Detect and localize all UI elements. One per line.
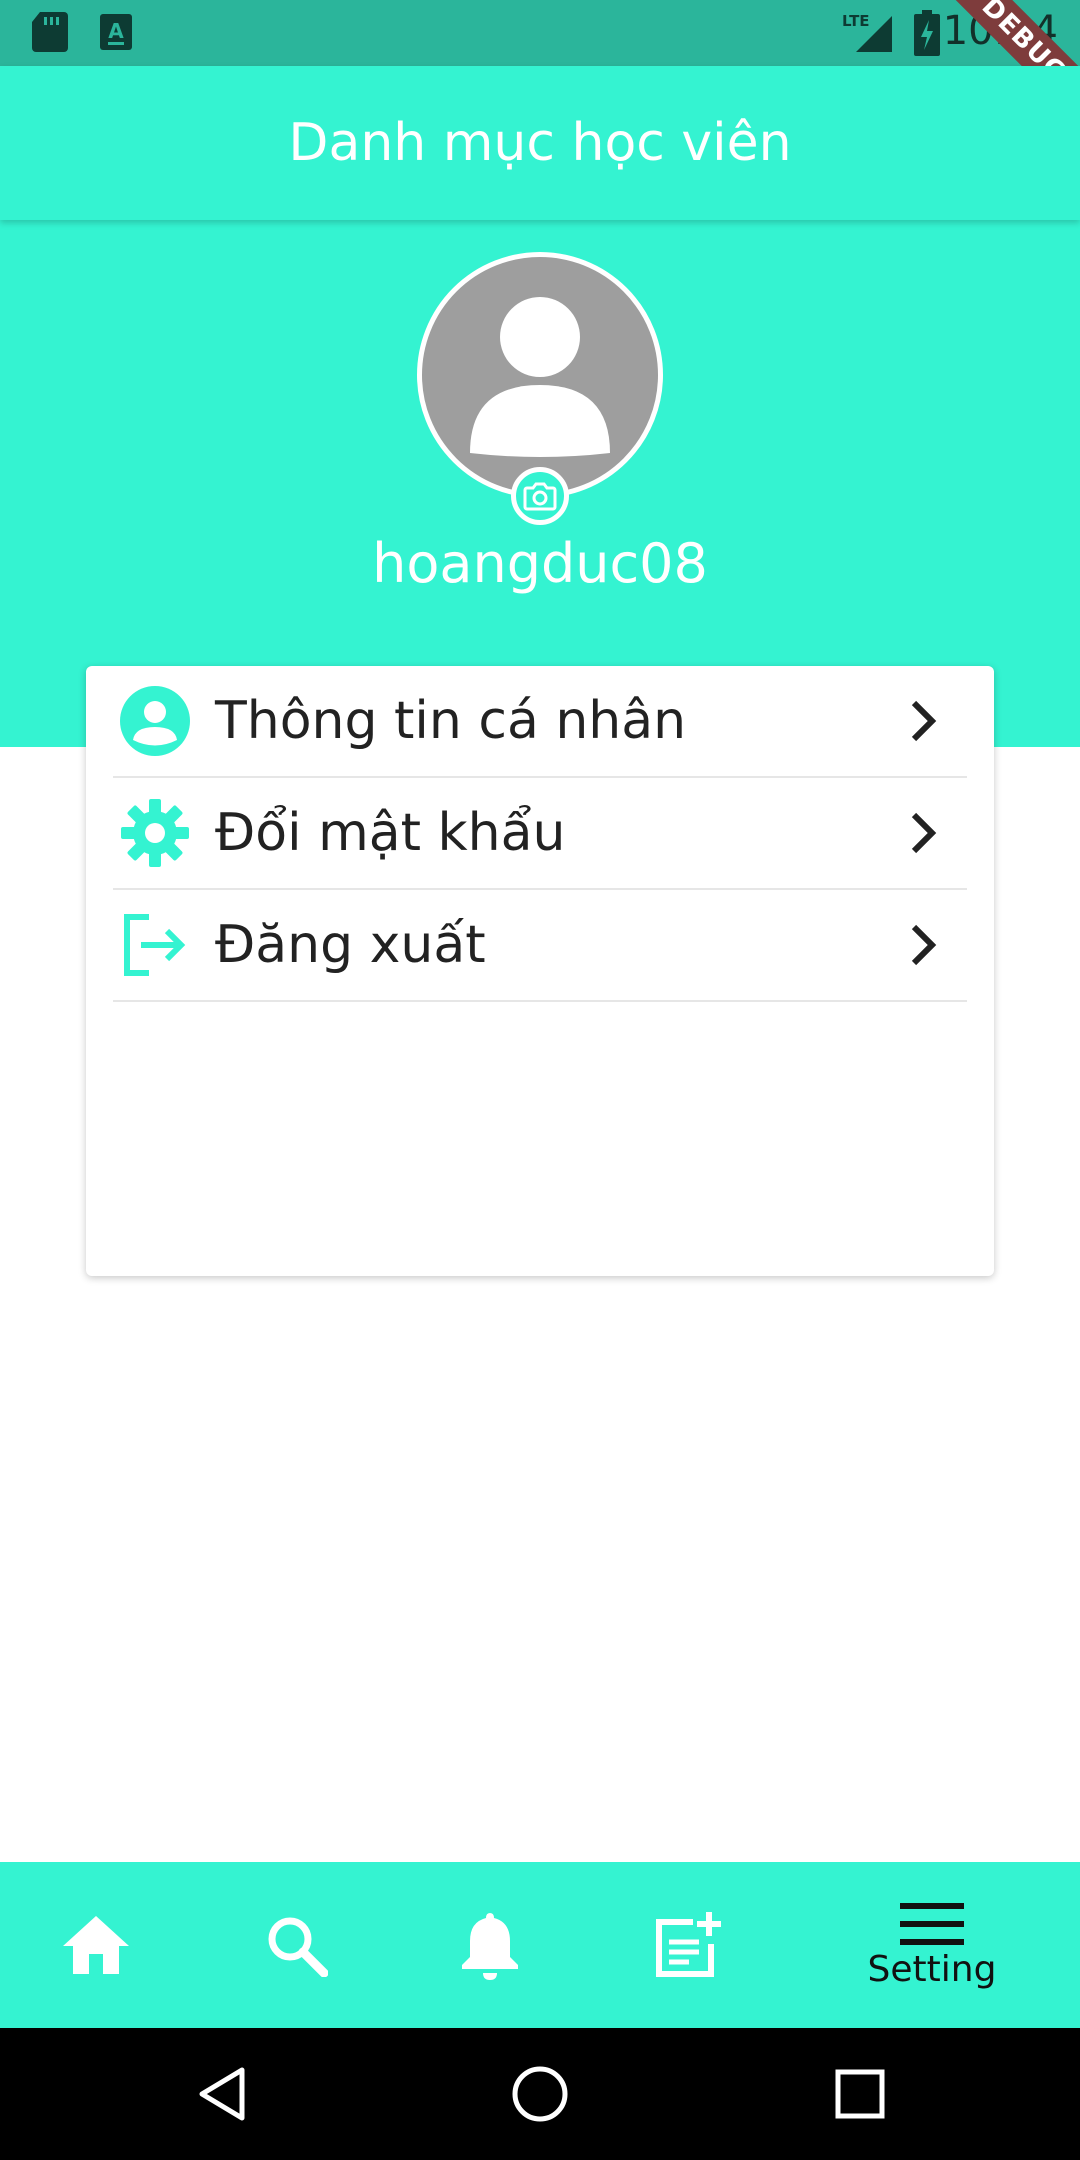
search-icon (268, 1917, 328, 1977)
change-photo-button[interactable] (511, 467, 569, 525)
nav-notifications[interactable] (450, 1862, 530, 2028)
person-icon (470, 297, 610, 457)
sd-card-icon (32, 12, 68, 57)
home-icon (63, 1916, 129, 1974)
nav-post-add[interactable] (648, 1862, 728, 2028)
signal-icon: LTE (840, 10, 896, 59)
menu-item-logout[interactable]: Đăng xuất (113, 890, 967, 1002)
menu-item-change-password[interactable]: Đổi mật khẩu (113, 778, 967, 890)
nav-home[interactable] (56, 1862, 136, 2028)
app-bar: Danh mục học viên (0, 66, 1080, 220)
system-nav-bar (0, 2028, 1080, 2160)
svg-text:A: A (108, 19, 124, 43)
gear-icon (115, 793, 195, 873)
menu-item-label: Đăng xuất (215, 915, 486, 975)
keyboard-a-icon: A (100, 12, 132, 57)
nav-setting[interactable]: Setting (862, 1862, 1002, 2028)
home-button[interactable] (504, 2058, 576, 2130)
settings-card: Thông tin cá nhân Đổi mật khẩu Đăng xuất (86, 666, 994, 1276)
back-triangle-icon (199, 2067, 245, 2121)
recents-square-icon (835, 2069, 885, 2119)
recents-button[interactable] (824, 2058, 896, 2130)
bottom-nav: Setting (0, 1862, 1080, 2028)
nav-search[interactable] (256, 1862, 336, 2028)
post-add-icon (656, 1912, 721, 1977)
chevron-right-icon (893, 803, 953, 863)
bell-icon (462, 1913, 518, 1980)
page-title: Danh mục học viên (288, 113, 792, 173)
status-bar: A LTE 10:14 DEBUG (0, 0, 1080, 147)
menu-item-label: Đổi mật khẩu (215, 803, 566, 863)
logout-icon (115, 905, 195, 985)
menu-item-label: Thông tin cá nhân (215, 691, 687, 751)
chevron-right-icon (893, 915, 953, 975)
chevron-right-icon (893, 691, 953, 751)
menu-item-profile-info[interactable]: Thông tin cá nhân (113, 666, 967, 778)
battery-charging-icon (914, 10, 940, 61)
account-circle-icon (115, 681, 195, 761)
nav-setting-label: Setting (867, 1948, 997, 1990)
camera-icon (523, 482, 557, 511)
menu-icon (900, 1902, 964, 1945)
username: hoangduc08 (372, 532, 708, 595)
back-button[interactable] (186, 2058, 258, 2130)
svg-text:LTE: LTE (842, 12, 870, 30)
avatar[interactable] (417, 252, 663, 498)
home-circle-icon (512, 2066, 568, 2122)
